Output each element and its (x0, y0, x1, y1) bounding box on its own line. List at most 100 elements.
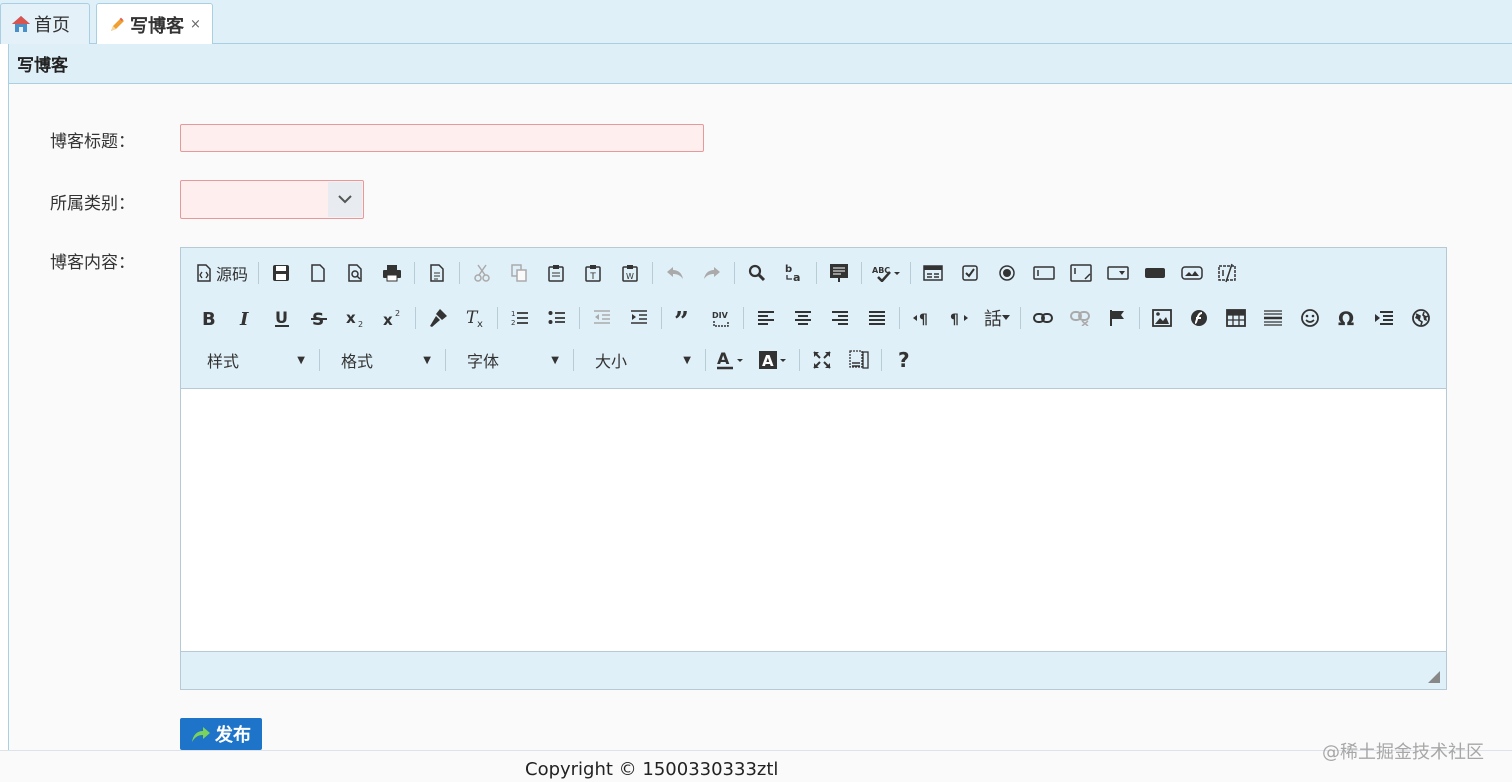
form-icon[interactable] (918, 258, 948, 288)
font-combo[interactable]: 字体 ▼ (453, 346, 565, 374)
print-icon[interactable] (377, 258, 407, 288)
toolbar-separator (899, 307, 900, 329)
hidden-field-icon[interactable] (1214, 258, 1244, 288)
preview-icon[interactable] (340, 258, 370, 288)
anchor-icon[interactable] (1102, 303, 1132, 333)
help-icon[interactable]: ? (889, 345, 919, 375)
flash-icon[interactable] (1184, 303, 1214, 333)
rtl-icon[interactable]: ¶ (944, 303, 974, 333)
language-button[interactable]: 話 (981, 303, 1013, 333)
align-center-icon[interactable] (788, 303, 818, 333)
radio-icon[interactable] (992, 258, 1022, 288)
italic-icon[interactable]: I (230, 303, 260, 333)
special-char-icon[interactable]: Ω (1332, 303, 1362, 333)
paste-text-icon[interactable]: T (578, 258, 608, 288)
outdent-icon[interactable] (587, 303, 617, 333)
chevron-down-icon[interactable] (328, 182, 362, 217)
background-color-icon[interactable]: A (756, 345, 792, 375)
tab-home[interactable]: 首页 (0, 3, 90, 44)
svg-text:B: B (202, 309, 215, 327)
editor-toolbar-row-3: 样式 ▼ 格式 ▼ 字体 ▼ 大小 ▼ A A ? (193, 341, 926, 379)
toolbar-separator (743, 307, 744, 329)
paste-word-icon[interactable]: W (615, 258, 645, 288)
text-color-icon[interactable]: A (713, 345, 749, 375)
pencil-icon (107, 15, 127, 35)
unlink-icon[interactable] (1065, 303, 1095, 333)
iframe-icon[interactable] (1406, 303, 1436, 333)
size-combo[interactable]: 大小 ▼ (581, 346, 697, 374)
subscript-icon[interactable]: x2 (341, 303, 371, 333)
image-icon[interactable] (1147, 303, 1177, 333)
spellcheck-icon[interactable]: ABC (869, 258, 903, 288)
templates-icon[interactable] (422, 258, 452, 288)
bold-icon[interactable]: B (193, 303, 223, 333)
format-combo-label: 格式 (341, 352, 374, 371)
table-icon[interactable] (1221, 303, 1251, 333)
find-icon[interactable] (742, 258, 772, 288)
replace-icon[interactable]: ba (779, 258, 809, 288)
select-all-icon[interactable] (824, 258, 854, 288)
watermark: @稀土掘金技术社区 (1322, 742, 1484, 763)
svg-text:?: ? (898, 350, 910, 370)
align-right-icon[interactable] (825, 303, 855, 333)
cut-icon[interactable] (467, 258, 497, 288)
justify-icon[interactable] (862, 303, 892, 333)
svg-text:x: x (346, 309, 356, 327)
redo-icon[interactable] (697, 258, 727, 288)
ltr-icon[interactable]: ¶ (907, 303, 937, 333)
image-button-icon[interactable] (1177, 258, 1207, 288)
tab-strip: 首页 写博客 × (0, 0, 1512, 45)
svg-text:2: 2 (511, 319, 515, 327)
new-page-icon[interactable] (303, 258, 333, 288)
text-field-icon[interactable] (1029, 258, 1059, 288)
publish-button[interactable]: 发布 (180, 718, 262, 750)
save-icon[interactable] (266, 258, 296, 288)
svg-text:T: T (589, 272, 596, 282)
format-combo[interactable]: 格式 ▼ (327, 346, 437, 374)
svg-text:¶: ¶ (950, 312, 959, 326)
create-div-icon[interactable]: DIV (706, 303, 736, 333)
superscript-icon[interactable]: x2 (378, 303, 408, 333)
caret-down-icon: ▼ (551, 354, 559, 366)
checkbox-icon[interactable] (955, 258, 985, 288)
copy-icon[interactable] (504, 258, 534, 288)
toolbar-separator (415, 307, 416, 329)
toolbar-separator (861, 262, 863, 284)
underline-icon[interactable]: U (267, 303, 297, 333)
toolbar-separator (661, 307, 662, 329)
tab-close-icon[interactable]: × (190, 17, 201, 32)
svg-text:¶: ¶ (919, 312, 928, 326)
resize-handle-icon[interactable] (1428, 671, 1440, 683)
svg-text:b: b (785, 264, 792, 275)
horizontal-rule-icon[interactable] (1258, 303, 1288, 333)
strikethrough-icon[interactable]: S (304, 303, 334, 333)
source-button[interactable]: 源码 (193, 258, 251, 288)
blockquote-icon[interactable]: ” (669, 303, 699, 333)
select-field-icon[interactable] (1103, 258, 1133, 288)
toolbar-separator (816, 262, 818, 284)
button-field-icon[interactable] (1140, 258, 1170, 288)
textarea-icon[interactable] (1066, 258, 1096, 288)
source-button-label: 源码 (216, 265, 249, 284)
tab-write-blog[interactable]: 写博客 × (96, 3, 213, 45)
smiley-icon[interactable] (1295, 303, 1325, 333)
category-select[interactable] (180, 180, 364, 219)
indent-icon[interactable] (624, 303, 654, 333)
paste-icon[interactable] (541, 258, 571, 288)
numbered-list-icon[interactable]: 12 (505, 303, 535, 333)
toolbar-separator (652, 262, 654, 284)
style-combo[interactable]: 样式 ▼ (193, 346, 311, 374)
align-left-icon[interactable] (751, 303, 781, 333)
remove-format-icon[interactable]: Tx (460, 303, 490, 333)
undo-icon[interactable] (660, 258, 690, 288)
bulleted-list-icon[interactable] (542, 303, 572, 333)
page-break-icon[interactable] (1369, 303, 1399, 333)
copy-format-icon[interactable] (423, 303, 453, 333)
toolbar-separator (1139, 307, 1140, 329)
show-blocks-icon[interactable] (844, 345, 874, 375)
link-icon[interactable] (1028, 303, 1058, 333)
blog-title-input[interactable] (180, 124, 704, 152)
editor-content-area[interactable] (181, 388, 1446, 652)
toolbar-separator (497, 307, 498, 329)
maximize-icon[interactable] (807, 345, 837, 375)
